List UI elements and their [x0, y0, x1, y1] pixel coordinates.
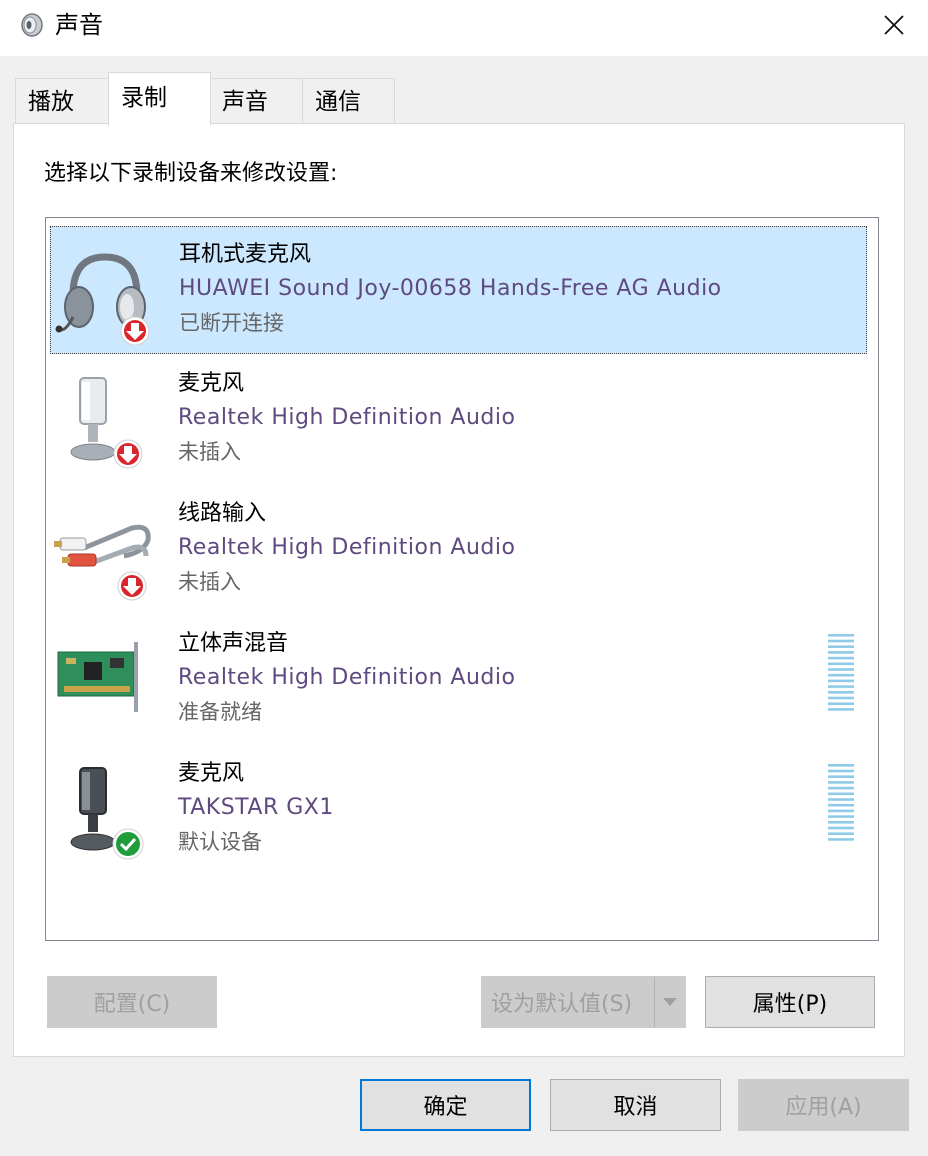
level-meter-segment [828, 696, 854, 700]
device-item-microphone-default[interactable]: 麦克风 TAKSTAR GX1 默认设备 [50, 746, 867, 874]
level-meter-segment [828, 691, 854, 694]
level-meter-segment [828, 639, 854, 643]
level-meter-segment [828, 775, 854, 778]
disconnected-badge [113, 439, 143, 469]
level-meter-segment [828, 815, 854, 818]
configure-button[interactable]: 配置(C) [47, 976, 217, 1028]
device-driver: TAKSTAR GX1 [178, 795, 334, 820]
level-meter-segment [828, 826, 854, 830]
level-meter-segment [828, 634, 854, 637]
close-button[interactable] [868, 0, 920, 50]
microphone-icon [70, 767, 144, 860]
device-item-headset-mic[interactable]: 耳机式麦克风 HUAWEI Sound Joy-00658 Hands-Free… [50, 226, 867, 354]
apply-label: 应用(A) [785, 1095, 862, 1120]
level-meter-segment [828, 673, 854, 677]
instruction-label: 选择以下录制设备来修改设置: [44, 161, 338, 186]
tab-label: 录制 [121, 85, 167, 111]
sound-card-icon [57, 642, 138, 712]
device-name: 立体声混音 [178, 631, 289, 656]
device-item-line-in[interactable]: 线路输入 Realtek High Definition Audio 未插入 [50, 486, 867, 614]
level-meter-segment [828, 803, 854, 807]
device-status: 默认设备 [178, 830, 262, 854]
level-meter-segment [828, 685, 854, 688]
ok-label: 确定 [423, 1095, 468, 1120]
title-bar: 声音 [0, 0, 928, 56]
cancel-label: 取消 [613, 1095, 658, 1120]
device-list[interactable]: 耳机式麦克风 HUAWEI Sound Joy-00658 Hands-Free… [45, 217, 879, 941]
properties-button[interactable]: 属性(P) [705, 976, 875, 1028]
tab-sounds[interactable]: 声音 [209, 78, 304, 124]
device-driver: Realtek High Definition Audio [178, 405, 516, 430]
device-item-stereo-mix[interactable]: 立体声混音 Realtek High Definition Audio 准备就绪 [50, 616, 867, 744]
chevron-down-icon [663, 998, 677, 1006]
device-status: 准备就绪 [178, 700, 262, 724]
level-meter-segment [828, 838, 854, 841]
cancel-button[interactable]: 取消 [550, 1079, 721, 1131]
set-default-dropdown[interactable] [654, 977, 685, 1027]
set-default-label: 设为默认值(S) [491, 992, 633, 1017]
apply-button[interactable]: 应用(A) [738, 1079, 909, 1131]
tab-recording[interactable]: 录制 [108, 72, 211, 126]
set-default-button[interactable]: 设为默认值(S) [481, 976, 686, 1028]
level-meter-segment [828, 708, 854, 711]
device-driver: HUAWEI Sound Joy-00658 Hands-Free AG Aud… [179, 276, 722, 301]
window-title: 声音 [55, 11, 103, 39]
properties-label: 属性(P) [752, 992, 828, 1017]
tab-playback[interactable]: 播放 [15, 78, 110, 124]
device-driver: Realtek High Definition Audio [178, 665, 516, 690]
device-name: 耳机式麦克风 [179, 242, 312, 267]
level-meter-segment [828, 662, 854, 666]
tab-panel: 选择以下录制设备来修改设置: 耳机式麦克风 HUAWEI Sound Joy-0… [13, 123, 905, 1057]
tab-communications[interactable]: 通信 [302, 78, 395, 124]
level-meter-segment [828, 651, 854, 654]
tab-label: 播放 [28, 89, 74, 115]
configure-label: 配置(C) [93, 992, 171, 1017]
device-name: 麦克风 [178, 371, 245, 396]
level-meter-segment [828, 809, 854, 813]
microphone-icon [70, 377, 143, 469]
device-status: 未插入 [178, 570, 241, 594]
tab-label: 声音 [222, 89, 268, 115]
close-icon [884, 15, 904, 35]
speaker-icon [21, 13, 43, 37]
level-meter-segment [828, 702, 854, 705]
level-meter-segment [828, 769, 854, 773]
level-meter [828, 634, 854, 711]
tab-label: 通信 [315, 89, 361, 115]
level-meter-segment [828, 764, 854, 767]
level-meter-segment [828, 656, 854, 660]
level-meter-segment [828, 792, 854, 796]
default-check-badge [112, 828, 144, 860]
level-meter-segment [828, 781, 854, 784]
device-name: 麦克风 [178, 761, 245, 786]
level-meter [828, 764, 854, 841]
disconnected-badge [117, 571, 147, 601]
device-driver: Realtek High Definition Audio [178, 535, 516, 560]
device-name: 线路输入 [178, 501, 267, 526]
level-meter-segment [828, 645, 854, 648]
level-meter-segment [828, 668, 854, 671]
level-meter-segment [828, 798, 854, 801]
level-meter-segment [828, 821, 854, 824]
disconnected-badge [120, 316, 150, 345]
headset-icon [55, 253, 150, 345]
device-status: 未插入 [178, 440, 241, 464]
level-meter-segment [828, 679, 854, 683]
level-meter-segment [828, 832, 854, 835]
level-meter-segment [828, 786, 854, 790]
device-status: 已断开连接 [179, 311, 284, 335]
device-item-microphone[interactable]: 麦克风 Realtek High Definition Audio 未插入 [50, 356, 867, 484]
ok-button[interactable]: 确定 [360, 1079, 531, 1131]
rca-cable-icon [54, 524, 151, 601]
